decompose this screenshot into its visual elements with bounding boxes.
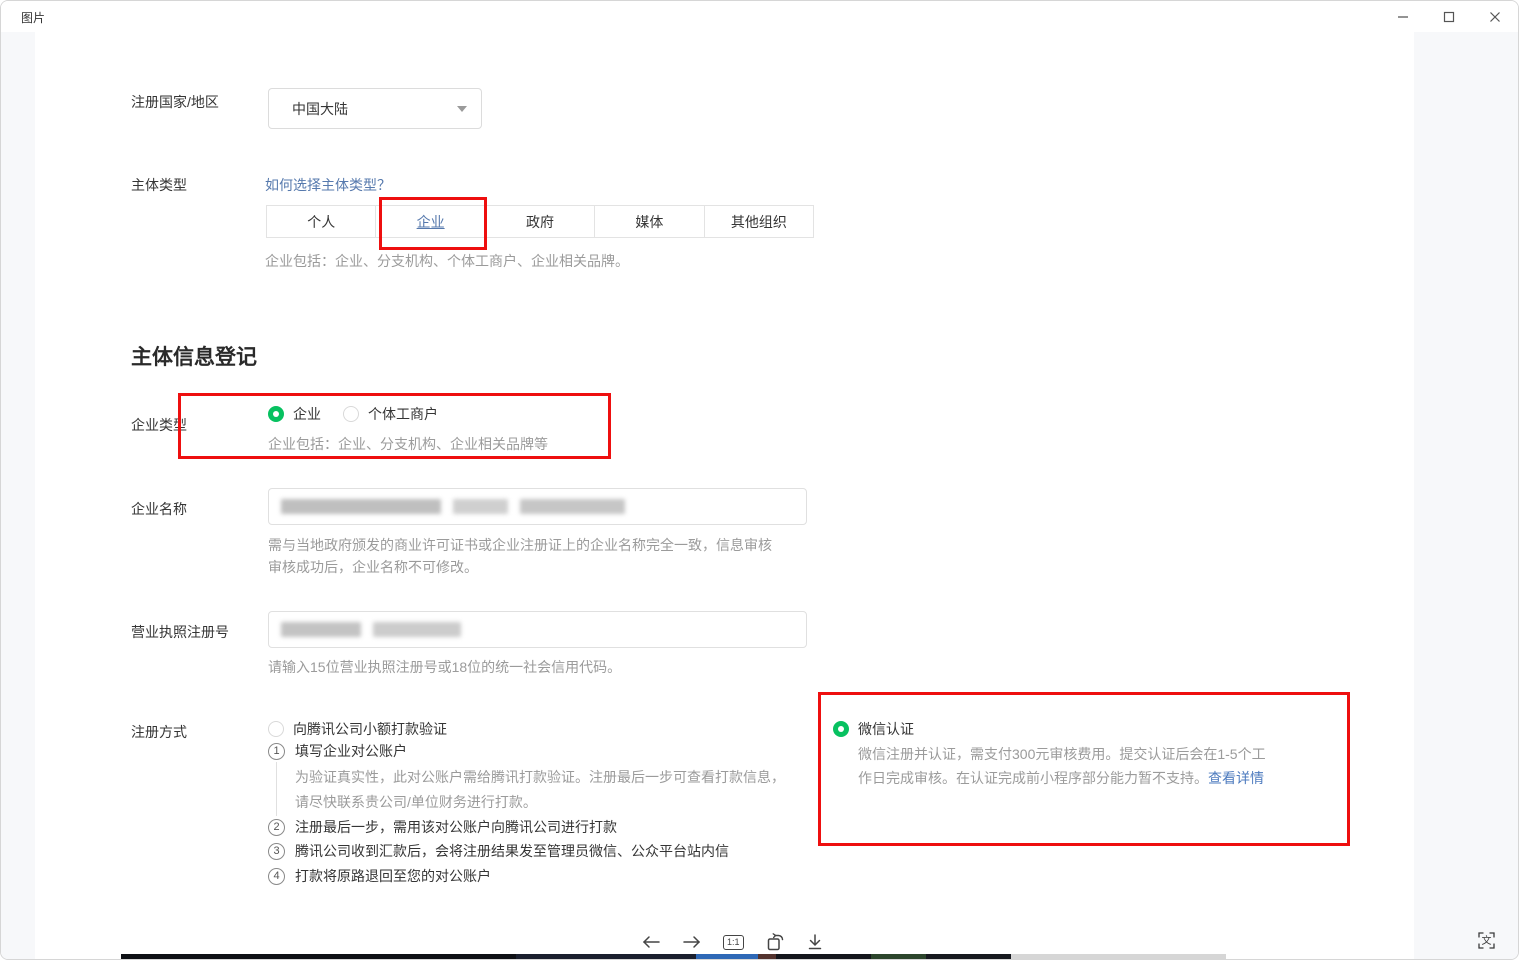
enterprise-name-label: 企业名称 <box>131 499 187 519</box>
country-label: 注册国家/地区 <box>131 92 219 112</box>
step-number-icon: 4 <box>268 868 285 885</box>
subject-type-note: 企业包括：企业、分支机构、个体工商户、企业相关品牌。 <box>265 251 629 271</box>
enterprise-type-note: 企业包括：企业、分支机构、企业相关品牌等 <box>268 434 548 454</box>
radio-selected-icon <box>268 406 284 422</box>
wechat-desc-1: 微信注册并认证，需支付300元审核费用。提交认证后会在1-5个工 <box>858 744 1266 764</box>
radio-label: 微信认证 <box>858 719 914 739</box>
download-icon <box>806 933 824 951</box>
view-details-link[interactable]: 查看详情 <box>1208 770 1264 786</box>
register-method-option-transfer[interactable]: 向腾讯公司小额打款验证 <box>268 719 447 739</box>
titlebar: 图片 <box>1 1 1518 32</box>
register-method-option-wechat[interactable]: 微信认证 <box>833 719 914 739</box>
license-number-note: 请输入15位营业执照注册号或18位的统一社会信用代码。 <box>268 657 621 677</box>
transfer-step-4: 4 打款将原路退回至您的对公账户 <box>268 866 491 886</box>
viewed-image: 注册国家/地区 中国大陆 主体类型 如何选择主体类型？ 个人 企业 政府 媒体 … <box>35 32 1414 960</box>
transfer-step-3: 3 腾讯公司收到汇款后，会将注册结果发至管理员微信、公众平台站内信 <box>268 841 729 861</box>
tab-government[interactable]: 政府 <box>485 205 595 238</box>
step-number-icon: 1 <box>268 743 285 760</box>
forward-arrow-icon <box>682 934 702 950</box>
radio-unselected-icon <box>268 721 284 737</box>
radio-unselected-icon <box>343 406 359 422</box>
transfer-step-1-desc-1: 为验证真实性，此对公账户需给腾讯打款验证。注册最后一步可查看打款信息， <box>295 767 785 787</box>
radio-label: 企业 <box>293 404 321 424</box>
actual-size-button[interactable]: 1:1 <box>721 933 746 952</box>
subject-type-help-link[interactable]: 如何选择主体类型？ <box>265 175 391 195</box>
register-method-label: 注册方式 <box>131 722 187 742</box>
enterprise-name-input[interactable] <box>268 488 807 525</box>
rotate-icon <box>765 932 785 952</box>
forward-button[interactable] <box>680 932 704 952</box>
transfer-step-2: 2 注册最后一步，需用该对公账户向腾讯公司进行打款 <box>268 817 617 837</box>
step-number-icon: 2 <box>268 819 285 836</box>
extract-text-button[interactable]: 文 <box>1477 931 1496 953</box>
license-number-input[interactable] <box>268 611 807 648</box>
window-controls <box>1380 1 1518 32</box>
close-button[interactable] <box>1472 1 1518 32</box>
transfer-step-1-desc-2: 请尽快联系贵公司/单位财务进行打款。 <box>295 792 537 812</box>
enterprise-name-note-2: 审核成功后，企业名称不可修改。 <box>268 557 478 577</box>
radio-label: 向腾讯公司小额打款验证 <box>293 719 447 739</box>
enterprise-type-label: 企业类型 <box>131 415 187 435</box>
close-icon <box>1489 11 1501 23</box>
step-number-icon: 3 <box>268 843 285 860</box>
maximize-icon <box>1443 11 1455 23</box>
wechat-desc-2: 作日完成审核。在认证完成前小程序部分能力暂不支持。查看详情 <box>858 768 1264 788</box>
enterprise-name-note-1: 需与当地政府颁发的商业许可证书或企业注册证上的企业名称完全一致，信息审核 <box>268 535 772 555</box>
enterprise-type-option-enterprise[interactable]: 企业 <box>268 404 321 424</box>
tab-media[interactable]: 媒体 <box>594 205 704 238</box>
viewer-toolbar: 1:1 <box>639 930 826 954</box>
viewer-canvas: 注册国家/地区 中国大陆 主体类型 如何选择主体类型？ 个人 企业 政府 媒体 … <box>1 32 1519 960</box>
tab-other-org[interactable]: 其他组织 <box>704 205 814 238</box>
svg-text:文: 文 <box>1482 934 1492 947</box>
back-arrow-icon <box>641 934 661 950</box>
actual-size-icon: 1:1 <box>723 935 744 950</box>
chevron-down-icon <box>457 106 467 112</box>
enterprise-type-option-individual[interactable]: 个体工商户 <box>343 404 438 424</box>
redacted-value <box>281 622 461 637</box>
subject-type-label: 主体类型 <box>131 175 187 195</box>
transfer-step-1: 1 填写企业对公账户 <box>268 741 407 761</box>
subject-type-tabs: 个人 企业 政府 媒体 其他组织 <box>266 205 814 238</box>
rotate-button[interactable] <box>763 930 787 954</box>
minimize-button[interactable] <box>1380 1 1426 32</box>
license-number-label: 营业执照注册号 <box>131 622 229 642</box>
radio-label: 个体工商户 <box>368 404 438 424</box>
section-title: 主体信息登记 <box>131 341 257 371</box>
download-button[interactable] <box>804 931 826 953</box>
window-title: 图片 <box>21 9 45 26</box>
redacted-value <box>281 499 625 514</box>
back-button[interactable] <box>639 932 663 952</box>
taskbar-sliver <box>121 954 1226 960</box>
extract-text-icon: 文 <box>1477 931 1496 950</box>
tab-enterprise[interactable]: 企业 <box>375 205 485 238</box>
image-viewer-window: 图片 注册国家/地区 中国大陆 主体类型 如何选择主体类型？ <box>0 0 1519 960</box>
radio-selected-icon <box>833 721 849 737</box>
country-select-value: 中国大陆 <box>292 99 457 119</box>
step-connector-line <box>276 762 277 816</box>
country-select[interactable]: 中国大陆 <box>268 88 482 129</box>
tab-personal[interactable]: 个人 <box>266 205 376 238</box>
maximize-button[interactable] <box>1426 1 1472 32</box>
minimize-icon <box>1397 11 1409 23</box>
